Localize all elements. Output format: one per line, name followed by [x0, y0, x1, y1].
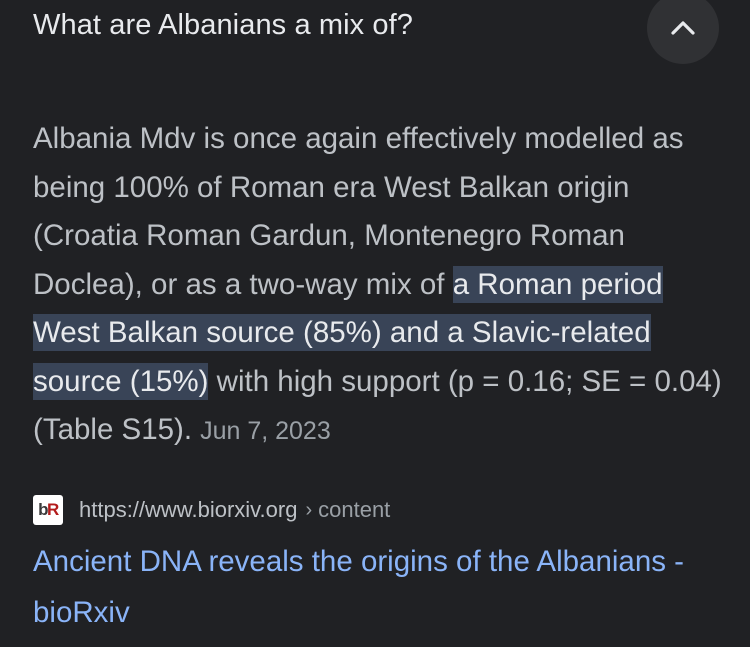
breadcrumb-separator: › — [305, 498, 313, 521]
result-title-link[interactable]: Ancient DNA reveals the origins of the A… — [33, 536, 723, 638]
source-citation[interactable]: bR https://www.biorxiv.org › content — [33, 493, 390, 527]
featured-snippet-text: Albania Mdv is once again effectively mo… — [33, 115, 723, 456]
source-url[interactable]: https://www.biorxiv.org — [79, 497, 297, 523]
snippet-date: Jun 7, 2023 — [200, 417, 331, 445]
biorxiv-favicon-icon: bR — [33, 495, 63, 525]
source-path: content — [318, 497, 391, 522]
chevron-up-icon — [671, 21, 695, 35]
question-header[interactable]: What are Albanians a mix of? — [33, 0, 723, 64]
collapse-button[interactable] — [647, 0, 719, 64]
question-title[interactable]: What are Albanians a mix of? — [33, 9, 413, 42]
